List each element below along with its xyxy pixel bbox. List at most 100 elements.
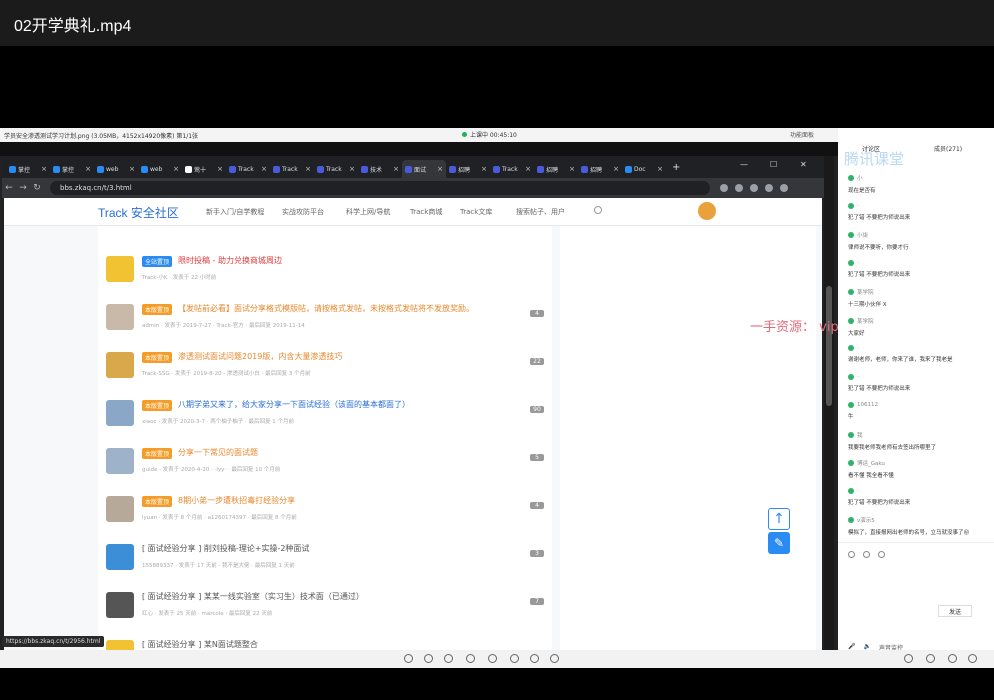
post-avatar[interactable]: [106, 448, 134, 474]
tab-close-icon[interactable]: ×: [217, 165, 223, 173]
emoji-icon[interactable]: [848, 551, 855, 558]
nav-navigation[interactable]: 科学上网/导航: [346, 207, 390, 217]
tab-close-icon[interactable]: ×: [129, 165, 135, 173]
post-avatar[interactable]: [106, 304, 134, 330]
browser-tab[interactable]: web ×: [94, 160, 138, 178]
post-row[interactable]: 本版置顶 八期学弟又来了，给大家分享一下面试经验（该面的基本都面了） xiaoc ·…: [98, 394, 552, 440]
post-title[interactable]: 限时投稿 - 助力兑换商城周边: [178, 255, 282, 266]
browser-tab[interactable]: 掌控 ×: [6, 160, 50, 178]
post-avatar[interactable]: [106, 496, 134, 522]
reload-icon[interactable]: ↻: [30, 183, 44, 193]
tab-close-icon[interactable]: ×: [261, 165, 267, 173]
close-icon[interactable]: ✕: [800, 160, 807, 169]
browser-tab[interactable]: 掌控 ×: [50, 160, 94, 178]
post-avatar[interactable]: [106, 256, 134, 282]
post-row[interactable]: 本版置顶 分享一下常见的面试题 guide · 发表于 2020-4-20 · ·l…: [98, 442, 552, 488]
nav-shop[interactable]: Track商城: [410, 207, 442, 217]
post-title[interactable]: [ 面试经验分享 ] 削刘投稿-理论+实操-2种面试: [142, 543, 309, 554]
browser-tab[interactable]: Track ×: [314, 160, 358, 178]
delete-icon[interactable]: [550, 654, 559, 663]
print-icon[interactable]: [904, 654, 913, 663]
image-icon[interactable]: [878, 551, 885, 558]
post-row[interactable]: 全站置顶 限时投稿 - 助力兑换商城周边 Track-小K · 发表于 22 小时前: [98, 250, 552, 296]
browser-tab[interactable]: Track ×: [226, 160, 270, 178]
post-row[interactable]: [ 面试经验分享 ] 削刘投稿-理论+实操-2种面试 155889337 · 发表…: [98, 538, 552, 584]
prev-icon[interactable]: [466, 654, 475, 663]
back-to-top-button[interactable]: ↑: [768, 508, 790, 530]
address-bar[interactable]: bbs.zkaq.cn/t/3.html: [50, 181, 710, 195]
tab-favicon-icon: [493, 165, 500, 173]
forward-icon[interactable]: →: [16, 183, 30, 193]
tab-close-icon[interactable]: ×: [569, 165, 575, 173]
tab-close-icon[interactable]: ×: [41, 165, 47, 173]
function-panel-label[interactable]: 功能面板: [790, 130, 814, 139]
browser-tab[interactable]: 技术 ×: [358, 160, 402, 178]
back-icon[interactable]: ←: [2, 183, 16, 193]
user-avatar[interactable]: [698, 202, 716, 220]
scissors-icon[interactable]: [863, 551, 870, 558]
post-row[interactable]: 本版置顶 渗透测试面试问题2019版，内含大量渗透技巧 Track-SSG · 发表…: [98, 346, 552, 392]
post-title[interactable]: [ 面试经验分享 ] 某某一线实验室（实习生）技术面（已通过）: [142, 591, 364, 602]
minimize-icon[interactable]: —: [740, 160, 748, 169]
browser-tab[interactable]: web ×: [138, 160, 182, 178]
send-button[interactable]: 发送: [938, 605, 972, 617]
nav-library[interactable]: Track文库: [460, 207, 492, 217]
post-row[interactable]: [ 面试经验分享 ] 某某一线实验室（实习生）技术面（已通过） 红心 · 发表于 …: [98, 586, 552, 632]
share-icon[interactable]: [948, 654, 957, 663]
browser-tab[interactable]: 招聘 ×: [578, 160, 622, 178]
tab-close-icon[interactable]: ×: [613, 165, 619, 173]
search-input[interactable]: 搜索帖子、用户: [516, 207, 565, 217]
tab-close-icon[interactable]: ×: [393, 165, 399, 173]
browser-tab[interactable]: Doc ×: [622, 160, 666, 178]
tab-close-icon[interactable]: ×: [173, 165, 179, 173]
browser-tab[interactable]: Track ×: [270, 160, 314, 178]
post-avatar[interactable]: [106, 592, 134, 618]
next-icon[interactable]: [488, 654, 497, 663]
new-tab-icon[interactable]: +: [672, 162, 680, 178]
page-scrollbar[interactable]: [824, 156, 834, 652]
tab-close-icon[interactable]: ×: [85, 165, 91, 173]
post-title[interactable]: 【发帖前必看】面试分享格式模版帖，请按格式发帖，未按格式发帖将不发放奖励。: [178, 303, 474, 314]
site-logo[interactable]: Track 安全社区: [98, 204, 179, 221]
nav-platform[interactable]: 实战攻防平台: [282, 207, 324, 217]
tab-close-icon[interactable]: ×: [437, 165, 443, 173]
browser-tab[interactable]: 招聘 ×: [446, 160, 490, 178]
post-title[interactable]: 渗透测试面试问题2019版，内含大量渗透技巧: [178, 351, 342, 362]
tab-close-icon[interactable]: ×: [525, 165, 531, 173]
post-title[interactable]: 八期学弟又来了，给大家分享一下面试经验（该面的基本都面了）: [178, 399, 410, 410]
post-avatar[interactable]: [106, 400, 134, 426]
tab-close-icon[interactable]: ×: [305, 165, 311, 173]
rotate-right-icon[interactable]: [530, 654, 539, 663]
extension-icon[interactable]: [735, 184, 743, 192]
post-avatar[interactable]: [106, 352, 134, 378]
browser-tab[interactable]: 招聘 ×: [534, 160, 578, 178]
post-title[interactable]: 8期小弟一步遭秋招毒打经验分享: [178, 495, 295, 506]
fit-icon[interactable]: [404, 654, 413, 663]
post-avatar[interactable]: [106, 544, 134, 570]
rotate-left-icon[interactable]: [510, 654, 519, 663]
tab-close-icon[interactable]: ×: [657, 165, 663, 173]
maximize-icon[interactable]: ☐: [770, 160, 777, 169]
tab-members[interactable]: 成员(271): [934, 144, 962, 153]
star-icon[interactable]: [720, 184, 728, 192]
zoom-in-icon[interactable]: [444, 654, 453, 663]
file-info: 学员安全渗透测试学习计划.png (3.05MB，4152x14920像素) 第…: [4, 132, 199, 140]
post-title[interactable]: [ 面试经验分享 ] 某N面试题整合: [142, 639, 258, 650]
menu-icon[interactable]: [780, 184, 788, 192]
edit-post-button[interactable]: ✎: [768, 532, 790, 554]
puzzle-icon[interactable]: [750, 184, 758, 192]
search-icon[interactable]: [594, 206, 602, 214]
zoom-out-icon[interactable]: [424, 654, 433, 663]
post-title[interactable]: 分享一下常见的面试题: [178, 447, 258, 458]
post-row[interactable]: 本版置顶 8期小弟一步遭秋招毒打经验分享 lyuan · 发表于 8 个月前 · a…: [98, 490, 552, 536]
more-icon[interactable]: [968, 654, 977, 663]
browser-tab[interactable]: Track ×: [490, 160, 534, 178]
fullscreen-icon[interactable]: [926, 654, 935, 663]
browser-tab[interactable]: 莺十 ×: [182, 160, 226, 178]
tab-close-icon[interactable]: ×: [349, 165, 355, 173]
tab-close-icon[interactable]: ×: [481, 165, 487, 173]
browser-tab[interactable]: 面试 ×: [402, 160, 446, 178]
post-row[interactable]: 本版置顶 【发帖前必看】面试分享格式模版帖，请按格式发帖，未按格式发帖将不发放奖励…: [98, 298, 552, 344]
profile-icon[interactable]: [765, 184, 773, 192]
nav-tutorial[interactable]: 新手入门/自学教程: [206, 207, 264, 217]
